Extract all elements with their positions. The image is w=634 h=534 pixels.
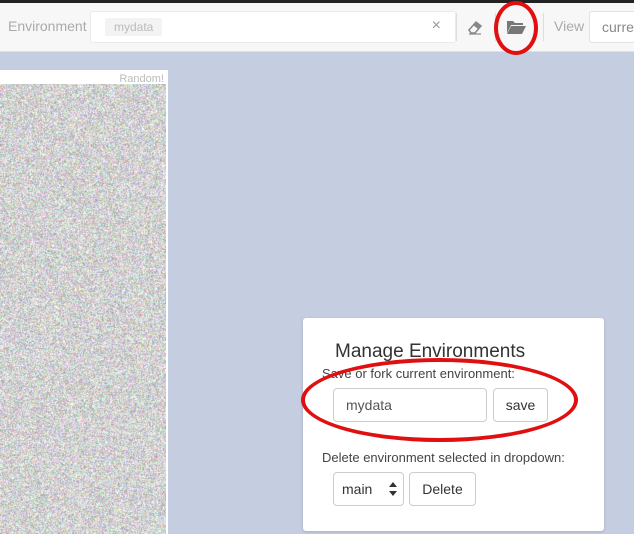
environment-tag[interactable]: mydata [105, 18, 162, 36]
random-pane[interactable]: Random! [0, 70, 168, 534]
updown-caret-icon [389, 480, 397, 498]
delete-env-label: Delete environment selected in dropdown: [322, 450, 565, 465]
toolbar-divider [456, 13, 457, 41]
view-selector[interactable]: current [589, 11, 634, 43]
dialog-title: Manage Environments [335, 341, 525, 363]
save-button[interactable]: save [493, 388, 548, 422]
clear-env-button[interactable] [460, 13, 490, 41]
random-noise-image [0, 84, 166, 534]
selected-environment: main [342, 481, 372, 497]
save-fork-label: Save or fork current environment: [322, 366, 515, 381]
toolbar-divider [495, 13, 496, 41]
folder-open-icon [505, 17, 527, 37]
manage-environments-button[interactable] [500, 13, 530, 41]
clear-environment-icon[interactable]: × [432, 17, 441, 35]
eraser-icon [465, 17, 485, 37]
environment-selector[interactable]: mydata × [90, 11, 456, 43]
environment-name-input[interactable] [333, 388, 487, 422]
environment-dropdown[interactable]: main [333, 472, 404, 506]
delete-button[interactable]: Delete [409, 472, 476, 506]
view-label: View [554, 18, 584, 34]
environment-label: Environment [8, 18, 87, 34]
toolbar-divider [543, 13, 544, 41]
manage-environments-dialog: Manage Environments Save or fork current… [303, 318, 604, 531]
toolbar: Environment mydata × View current [0, 3, 634, 52]
